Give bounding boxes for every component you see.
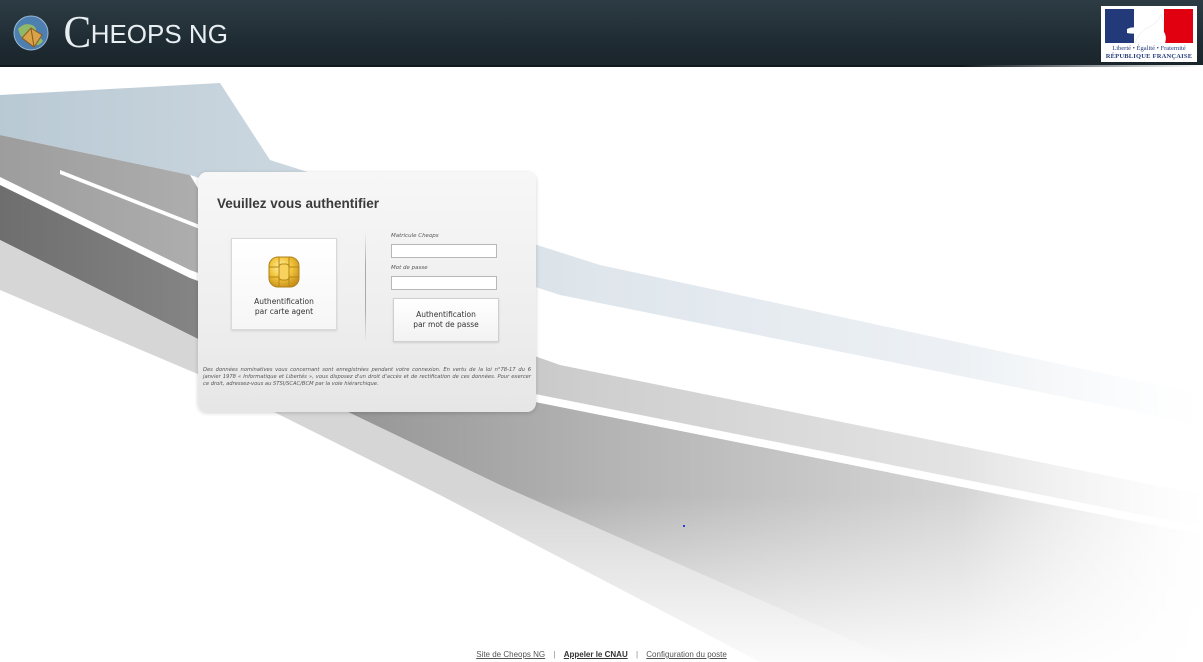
smart-card-chip-icon	[268, 256, 300, 288]
globe-icon	[13, 15, 49, 51]
blue-dot	[683, 525, 685, 527]
password-label: Mot de passe	[391, 265, 428, 271]
smart-card-login-label: Authentification par carte agent	[232, 297, 336, 317]
republique-francaise-logo: Liberté • Égalité • Fraternité RÉPUBLIQU…	[1101, 6, 1197, 62]
password-login-label: Authentification par mot de passe	[394, 310, 498, 330]
call-cnau-link[interactable]: Appeler le CNAU	[564, 650, 628, 659]
password-login-button[interactable]: Authentification par mot de passe	[393, 298, 499, 342]
password-label-line1: Authentification	[416, 310, 476, 319]
logo-initial: C	[63, 6, 92, 57]
login-panel: Veuillez vous authentifier Authentificat…	[198, 172, 536, 412]
footer-separator: |	[635, 650, 639, 659]
app-logo: C HEOPS NG	[62, 6, 228, 57]
app-header: C HEOPS NG Liberté • Égalité • Fraternit…	[0, 0, 1203, 67]
smart-card-label-line1: Authentification	[254, 297, 314, 306]
password-input[interactable]	[391, 276, 497, 290]
marianne-flag-icon	[1105, 9, 1193, 43]
smart-card-login-button[interactable]: Authentification par carte agent	[231, 238, 337, 330]
rf-motto: Liberté • Égalité • Fraternité	[1112, 45, 1186, 52]
rf-name: RÉPUBLIQUE FRANÇAISE	[1105, 53, 1193, 60]
smart-card-label-line2: par carte agent	[254, 307, 314, 316]
footer-separator: |	[553, 650, 556, 659]
workstation-config-link[interactable]: Configuration du poste	[646, 650, 727, 659]
matricule-label: Matricule Cheops	[391, 233, 439, 239]
site-link[interactable]: Site de Cheops NG	[476, 650, 545, 659]
footer-links: Site de Cheops NG | Appeler le CNAU | Co…	[0, 650, 1203, 659]
background-ribbons	[0, 65, 1203, 662]
login-title: Veuillez vous authentifier	[217, 196, 380, 211]
privacy-notice: Des données nominatives vous concernant …	[203, 367, 531, 387]
matricule-input[interactable]	[391, 244, 497, 258]
login-page: C HEOPS NG Liberté • Égalité • Fraternit…	[0, 0, 1203, 662]
logo-text: HEOPS NG	[90, 18, 228, 49]
password-label-line2: par mot de passe	[413, 320, 479, 329]
vertical-divider	[365, 232, 366, 342]
